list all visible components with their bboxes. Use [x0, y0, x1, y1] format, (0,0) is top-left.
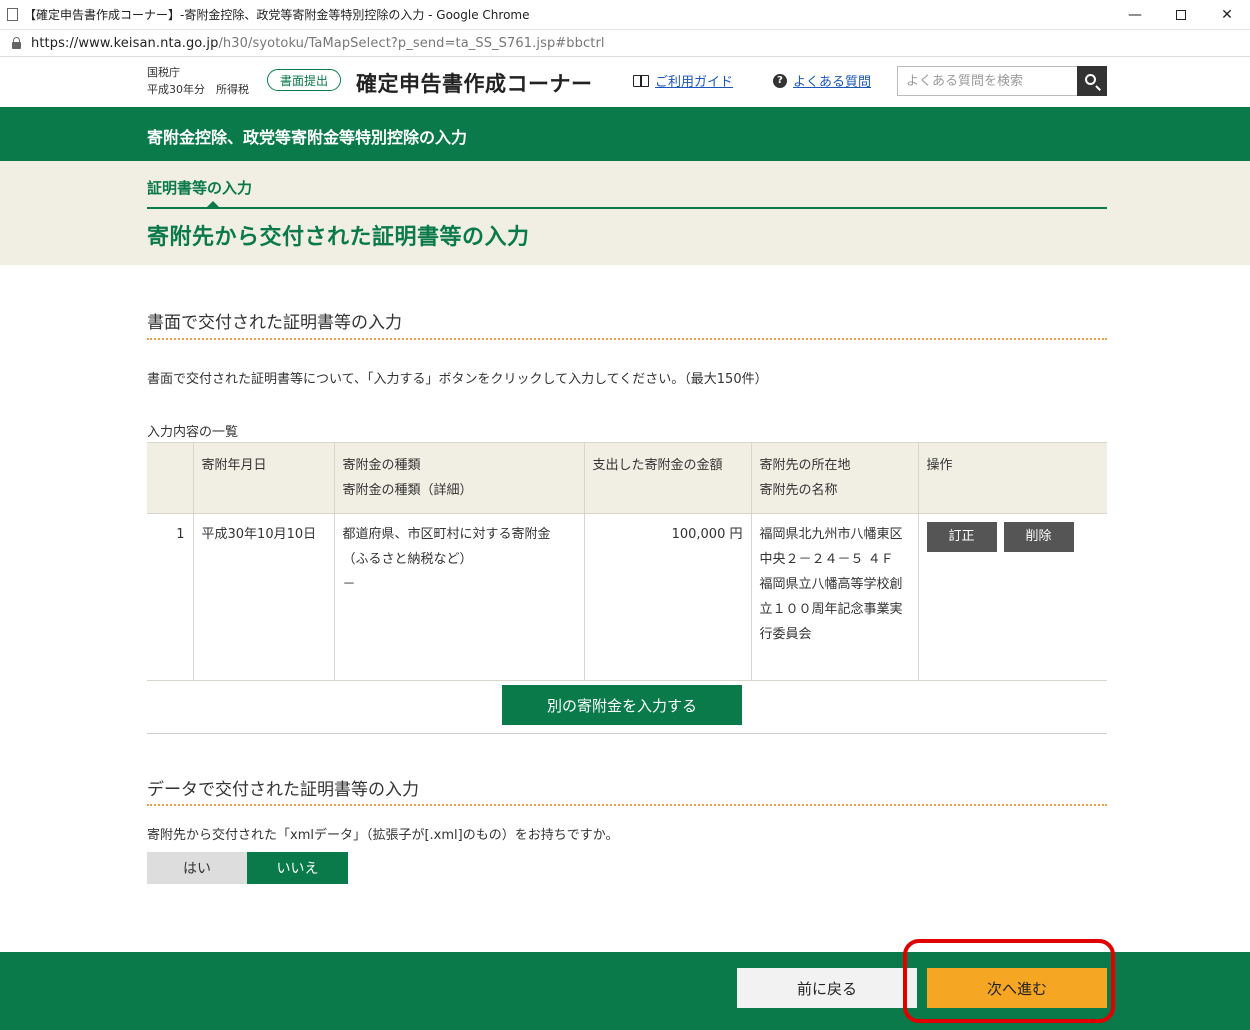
add-donation-button[interactable]: 別の寄附金を入力する — [502, 685, 742, 725]
address-bar[interactable]: https://www.keisan.nta.go.jp/h30/syotoku… — [0, 30, 1250, 57]
donation-table: 寄附年月日 寄附金の種類 寄附金の種類（詳細） 支出した寄附金の金額 寄附先の所… — [147, 442, 1107, 681]
usage-guide-link[interactable]: ご利用ガイド — [633, 71, 733, 90]
search-button[interactable] — [1077, 66, 1107, 96]
xml-question: 寄附先から交付された「xmlデータ」（拡張子が[.xml]のもの）をお持ちですか… — [147, 828, 619, 843]
col-header-no — [147, 442, 193, 514]
row-recipient: 福岡県北九州市八幡東区中央２－２４－５ ４Ｆ 福岡県立八幡高等学校創立１００周年… — [750, 513, 918, 681]
row-type-label: 都道府県、市区町村に対する寄附金（ふるさと納税など） — [342, 527, 551, 567]
row-date: 平成30年10月10日 — [192, 513, 334, 681]
section-banner: 寄附金控除、政党等寄附金等特別控除の入力 — [0, 107, 1250, 161]
data-section-title: データで交付された証明書等の入力 — [147, 780, 419, 800]
question-icon: ? — [773, 73, 787, 88]
page-icon — [7, 8, 18, 21]
col-header-type-detail: 寄附金の種類（詳細） — [342, 483, 473, 498]
row-address: 福岡県北九州市八幡東区中央２－２４－５ ４Ｆ — [759, 527, 903, 567]
site-title: 確定申告書作成コーナー — [356, 72, 593, 96]
banner-title: 寄附金控除、政党等寄附金等特別控除の入力 — [147, 128, 468, 147]
section-divider — [147, 804, 1107, 806]
tax-year: 平成30年分 所得税 — [147, 83, 249, 96]
lock-icon — [12, 36, 21, 49]
col-header-type-label: 寄附金の種類 — [342, 458, 421, 473]
step-label: 証明書等の入力 — [147, 179, 253, 197]
next-button[interactable]: 次へ進む — [927, 968, 1107, 1008]
browser-title-bar: 【確定申告書作成コーナー】-寄附金控除、政党等寄附金等特別控除の入力 - Goo… — [0, 0, 1250, 30]
faq-label: よくある質問 — [793, 75, 872, 90]
window-title: 【確定申告書作成コーナー】-寄附金控除、政党等寄附金等特別控除の入力 - Goo… — [24, 8, 530, 22]
col-header-recipient: 寄附先の所在地 寄附先の名称 — [750, 442, 918, 514]
agency-name: 国税庁 — [147, 66, 180, 79]
table-row: 1 平成30年10月10日 都道府県、市区町村に対する寄附金（ふるさと納税など）… — [147, 513, 1107, 681]
usage-guide-label: ご利用ガイド — [655, 75, 734, 90]
step-header: 証明書等の入力 寄附先から交付された証明書等の入力 — [0, 161, 1250, 265]
row-number: 1 — [147, 513, 193, 681]
submission-method-badge: 書面提出 — [267, 69, 342, 91]
faq-search-input[interactable] — [897, 66, 1077, 96]
edit-button[interactable]: 訂正 — [926, 522, 997, 552]
close-window-button[interactable]: ✕ — [1204, 0, 1250, 30]
close-icon: ✕ — [1221, 6, 1233, 23]
minimize-button[interactable]: — — [1112, 0, 1158, 30]
faq-link[interactable]: ? よくある質問 — [773, 71, 871, 90]
col-header-type: 寄附金の種類 寄附金の種類（詳細） — [333, 442, 584, 514]
url-text[interactable]: https://www.keisan.nta.go.jp/h30/syotoku… — [31, 36, 605, 51]
step-divider — [147, 207, 1107, 209]
site-header: 国税庁 平成30年分 所得税 書面提出 確定申告書作成コーナー ご利用ガイド ?… — [0, 57, 1250, 107]
paper-section-title: 書面で交付された証明書等の入力 — [147, 313, 402, 333]
row-operations: 訂正 削除 — [917, 513, 1107, 681]
maximize-button[interactable] — [1158, 0, 1204, 30]
row-amount: 100,000 円 — [583, 513, 751, 681]
row-type: 都道府県、市区町村に対する寄附金（ふるさと納税など） － — [333, 513, 584, 681]
delete-button[interactable]: 削除 — [1003, 522, 1074, 552]
table-header-row: 寄附年月日 寄附金の種類 寄附金の種類（詳細） 支出した寄附金の金額 寄附先の所… — [147, 442, 1107, 514]
paper-instruction: 書面で交付された証明書等について、「入力する」ボタンをクリックして入力してくださ… — [147, 372, 768, 387]
section-separator — [147, 733, 1107, 734]
row-recipient-name: 福岡県立八幡高等学校創立１００周年記念事業実行委員会 — [759, 577, 903, 642]
col-header-address: 寄附先の所在地 — [759, 458, 851, 473]
col-header-name: 寄附先の名称 — [759, 483, 838, 498]
footer-nav: 前に戻る 次へ進む — [0, 952, 1250, 1030]
col-header-date: 寄附年月日 — [192, 442, 334, 514]
url-host: https://www.keisan.nta.go.jp — [31, 35, 219, 51]
xml-yes-button[interactable]: はい — [147, 852, 247, 884]
section-divider — [147, 338, 1107, 340]
maximize-icon — [1176, 9, 1186, 20]
col-header-amount: 支出した寄附金の金額 — [583, 442, 751, 514]
agency-info: 国税庁 平成30年分 所得税 — [147, 64, 249, 98]
list-caption: 入力内容の一覧 — [147, 425, 239, 440]
page-title: 寄附先から交付された証明書等の入力 — [147, 225, 530, 250]
back-button[interactable]: 前に戻る — [737, 968, 917, 1008]
book-icon — [633, 74, 649, 87]
url-path: /h30/syotoku/TaMapSelect?p_send=ta_SS_S7… — [218, 35, 605, 51]
col-header-operation: 操作 — [917, 442, 1107, 514]
minimize-icon: — — [1128, 6, 1142, 23]
search-icon — [1085, 74, 1096, 85]
xml-no-button[interactable]: いいえ — [247, 852, 348, 884]
row-type-detail: － — [342, 577, 356, 592]
